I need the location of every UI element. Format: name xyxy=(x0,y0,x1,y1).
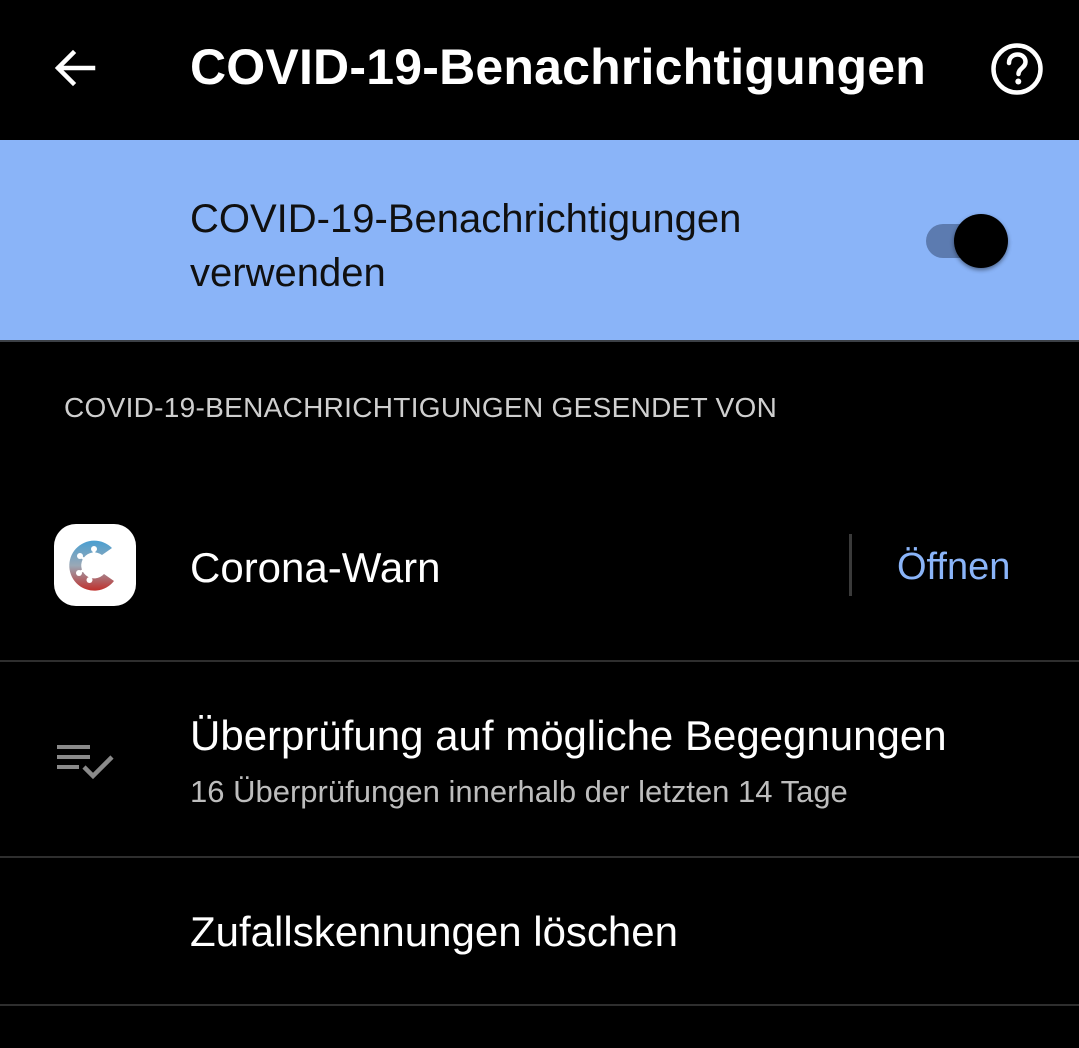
divider xyxy=(0,340,1079,342)
exposure-check-title: Überprüfung auf mögliche Begegnungen xyxy=(190,712,947,759)
section-header: COVID-19-BENACHRICHTIGUNGEN GESENDET VON xyxy=(64,392,778,423)
delete-random-ids-label: Zufallskennungen löschen xyxy=(190,908,679,955)
corona-warn-app-icon xyxy=(54,524,136,606)
page-title: COVID-19-Benachrichtigungen xyxy=(190,39,927,95)
help-button[interactable] xyxy=(984,36,1050,102)
toggle-label: COVID-19-Benachrichtigungen verwenden xyxy=(190,197,742,295)
switch-thumb xyxy=(954,214,1008,268)
delete-random-ids-row[interactable]: Zufallskennungen löschen xyxy=(0,858,1079,1004)
help-circle-icon xyxy=(991,43,1043,95)
exposure-check-subtitle: 16 Überprüfungen innerhalb der letzten 1… xyxy=(190,774,848,809)
open-app-button[interactable]: Öffnen xyxy=(897,546,1010,589)
arrow-back-icon xyxy=(54,49,96,87)
vertical-divider xyxy=(849,534,852,596)
app-row[interactable]: Corona-Warn Öffnen xyxy=(0,490,1079,660)
divider xyxy=(0,1004,1079,1006)
notifications-switch[interactable] xyxy=(924,214,1010,268)
checklist-icon xyxy=(57,745,114,780)
app-name: Corona-Warn xyxy=(190,544,441,591)
use-notifications-toggle-row[interactable]: COVID-19-Benachrichtigungen verwenden xyxy=(0,140,1079,340)
exposure-checks-row[interactable]: Überprüfung auf mögliche Begegnungen 16 … xyxy=(0,662,1079,856)
app-bar: COVID-19-Benachrichtigungen xyxy=(0,0,1079,140)
back-button[interactable] xyxy=(40,34,108,102)
